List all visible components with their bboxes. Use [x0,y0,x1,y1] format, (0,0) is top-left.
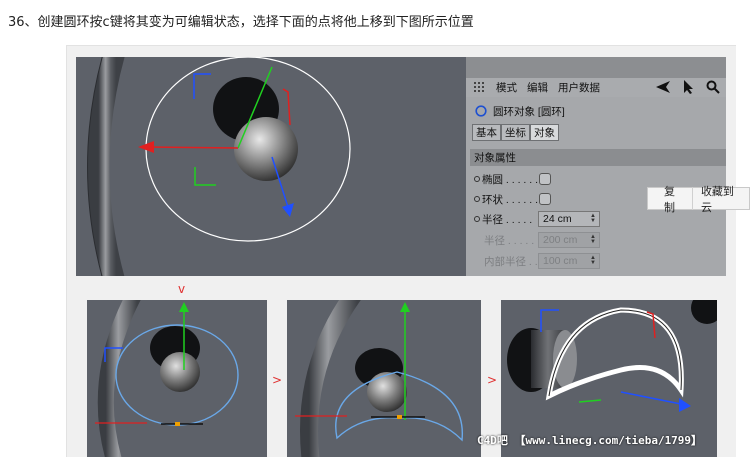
prop-inner-radius: 内部半径 . . [484,252,538,270]
inner-radius-field: 100 cm ▲ ▼ [538,253,600,269]
menu-edit[interactable]: 编辑 [527,80,548,95]
down-arrow-mark: v [178,282,186,296]
axis-z-arrow-icon [282,203,294,217]
radius2-value: 200 cm [543,234,578,246]
inner-radius-value: 100 cm [543,255,578,267]
thumbnail-step-2 [287,300,481,457]
right-arrow-mark-1: > [272,373,283,387]
sphere-object [234,117,298,181]
keyframe-dot-icon[interactable] [474,196,480,202]
tab-object[interactable]: 对象 [530,124,559,141]
axis-z-arrow-icon [679,398,691,412]
bbox-corner-blue [193,73,211,99]
prop-inner-radius-label: 内部半径 . . [484,255,538,268]
panel-nav-icons [656,80,720,94]
axis-x-line [145,146,239,149]
radius-value: 24 cm [543,213,572,225]
ellipse-checkbox[interactable] [539,173,551,185]
right-arrow-mark-2: > [487,373,498,387]
axis-y-arrow-icon [400,302,410,312]
section-title: 对象属性 [470,149,726,166]
back-arrow-icon[interactable] [656,81,670,93]
prop-radius2: 半径 . . . . . [484,231,534,249]
object-header: 圆环对象 [圆环] [466,103,726,119]
circle-object-icon [475,105,487,117]
grip-icon[interactable] [474,82,486,92]
radius-field[interactable]: 24 cm ▲ ▼ [538,211,600,227]
tab-coord[interactable]: 坐标 [501,124,530,141]
attributes-panel: 模式 编辑 用户数据 圆环对象 [圆环] 基本 坐标 对象 对象属性 椭圆 . … [466,57,726,276]
keyframe-dot-icon[interactable] [474,216,480,222]
prop-radius2-label: 半径 . . . . . [484,234,535,247]
prop-ring-label: 环状 . . . . . . [482,193,539,206]
viewport-scene [87,57,351,276]
step-title: 36、创建圆环按c键将其变为可编辑状态，选择下面的点将他上移到下图所示位置 [8,15,474,30]
radius2-field: 200 cm ▲ ▼ [538,232,600,248]
spinner-icon: ▲ ▼ [590,255,596,266]
thumbnail-2-scene [295,300,463,457]
prop-radius: 半径 . . . . . [474,210,532,228]
panel-tabs: 基本 坐标 对象 [472,124,559,141]
watermark: C4D吧 【www.linecg.com/tieba/1799】 [477,434,703,447]
search-icon[interactable] [706,80,720,94]
bbox-corner-red [282,88,291,126]
prop-radius-label: 半径 . . . . . [482,213,533,226]
thumbnail-1-scene [95,300,239,457]
keyframe-dot-icon[interactable] [474,176,480,182]
thumbnail-step-1 [87,300,267,457]
prop-ellipse: 椭圆 . . . . . . [474,170,538,188]
tab-basic[interactable]: 基本 [472,124,501,141]
viewport-main[interactable] [76,57,466,276]
bbox-corner-green [194,167,216,186]
axis-y-arrow-icon [179,302,189,312]
spinner-icon: ▲ ▼ [590,234,596,245]
context-menu: 复制 收藏到云 [647,186,750,214]
menu-userdata[interactable]: 用户数据 [558,80,600,95]
background-arc-shape [87,57,125,276]
prop-ellipse-label: 椭圆 . . . . . . [482,173,539,186]
ring-checkbox[interactable] [539,193,551,205]
selected-point [397,415,402,419]
object-label: 圆环对象 [圆环] [493,105,565,118]
context-save-cloud[interactable]: 收藏到云 [693,183,749,215]
menu-mode[interactable]: 模式 [496,80,517,95]
prop-ring: 环状 . . . . . . [474,190,538,208]
spinner-icon[interactable]: ▲ ▼ [590,213,596,224]
cursor-arrow-icon[interactable] [682,80,694,94]
panel-top-strip [466,57,726,78]
context-copy[interactable]: 复制 [648,183,692,215]
selected-point [175,422,180,426]
